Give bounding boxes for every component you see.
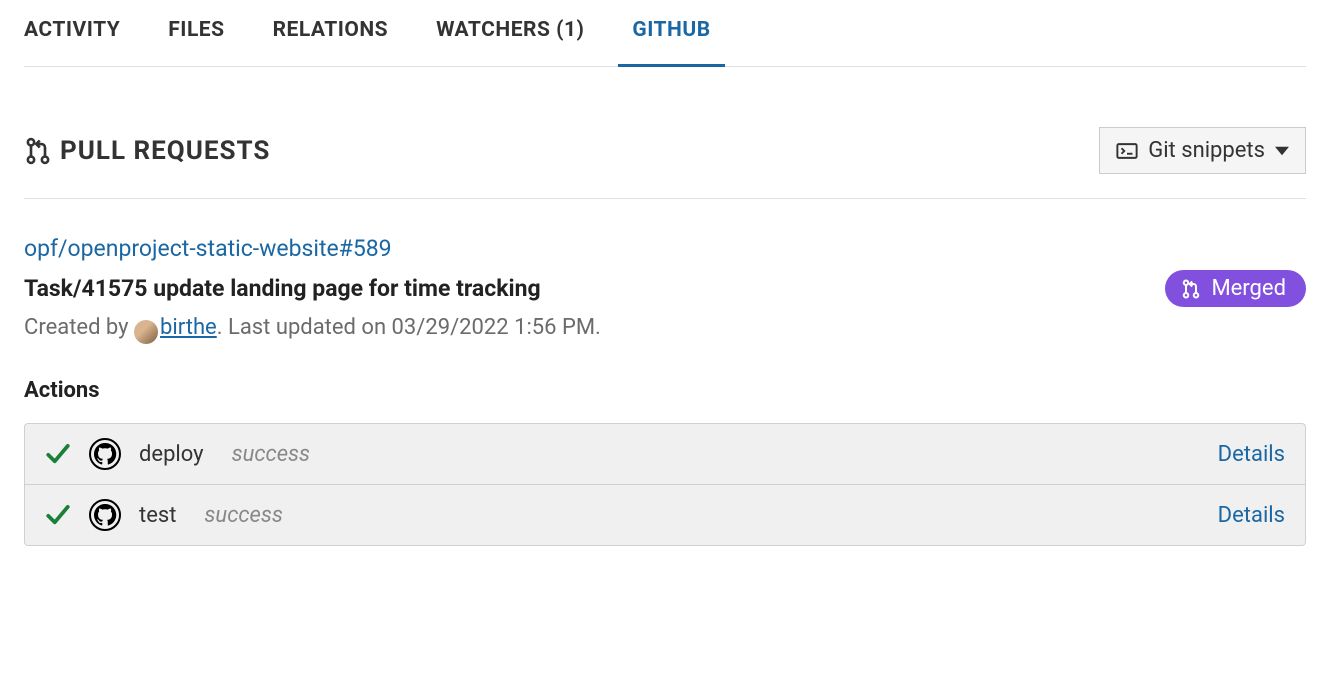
- action-name: deploy: [139, 442, 204, 467]
- action-status: success: [204, 503, 282, 528]
- section-title-text: PULL REQUESTS: [60, 136, 270, 166]
- actions-heading: Actions: [24, 378, 1306, 403]
- action-row: deploy success Details: [25, 424, 1305, 485]
- section-header: PULL REQUESTS Git snippets: [24, 127, 1306, 199]
- tab-relations[interactable]: RELATIONS: [273, 18, 389, 66]
- pr-meta: Created by birthe. Last updated on 03/29…: [24, 315, 1306, 340]
- github-icon: [89, 499, 121, 531]
- action-name: test: [139, 503, 176, 528]
- check-icon: [45, 441, 71, 467]
- tab-github[interactable]: GITHUB: [632, 18, 710, 66]
- pr-repo-link[interactable]: opf/openproject-static-website#589: [24, 235, 392, 262]
- tabs-bar: ACTIVITY FILES RELATIONS WATCHERS (1) GI…: [24, 0, 1306, 67]
- section-title: PULL REQUESTS: [24, 136, 270, 166]
- tab-watchers[interactable]: WATCHERS (1): [436, 18, 584, 66]
- actions-list: deploy success Details test success De: [24, 423, 1306, 546]
- github-icon: [89, 438, 121, 470]
- avatar: [134, 320, 158, 344]
- action-row: test success Details: [25, 485, 1305, 545]
- pull-request-block: opf/openproject-static-website#589 Task/…: [24, 235, 1306, 546]
- git-snippets-button[interactable]: Git snippets: [1099, 127, 1306, 174]
- check-icon: [45, 502, 71, 528]
- created-by-prefix: Created by: [24, 315, 134, 340]
- action-details-link[interactable]: Details: [1218, 442, 1285, 467]
- updated-suffix: . Last updated on 03/29/2022 1:56 PM.: [217, 315, 601, 340]
- pr-title: Task/41575 update landing page for time …: [24, 275, 541, 302]
- merge-icon: [1181, 279, 1201, 299]
- action-details-link[interactable]: Details: [1218, 503, 1285, 528]
- tab-files[interactable]: FILES: [168, 18, 224, 66]
- pr-username[interactable]: birthe: [160, 315, 217, 340]
- terminal-icon: [1116, 140, 1138, 162]
- git-snippets-label: Git snippets: [1148, 138, 1265, 163]
- pull-request-icon: [24, 137, 52, 165]
- merged-label: Merged: [1211, 276, 1286, 301]
- action-status: success: [232, 442, 310, 467]
- merged-badge: Merged: [1165, 270, 1306, 307]
- chevron-down-icon: [1275, 144, 1289, 158]
- tab-activity[interactable]: ACTIVITY: [24, 18, 120, 66]
